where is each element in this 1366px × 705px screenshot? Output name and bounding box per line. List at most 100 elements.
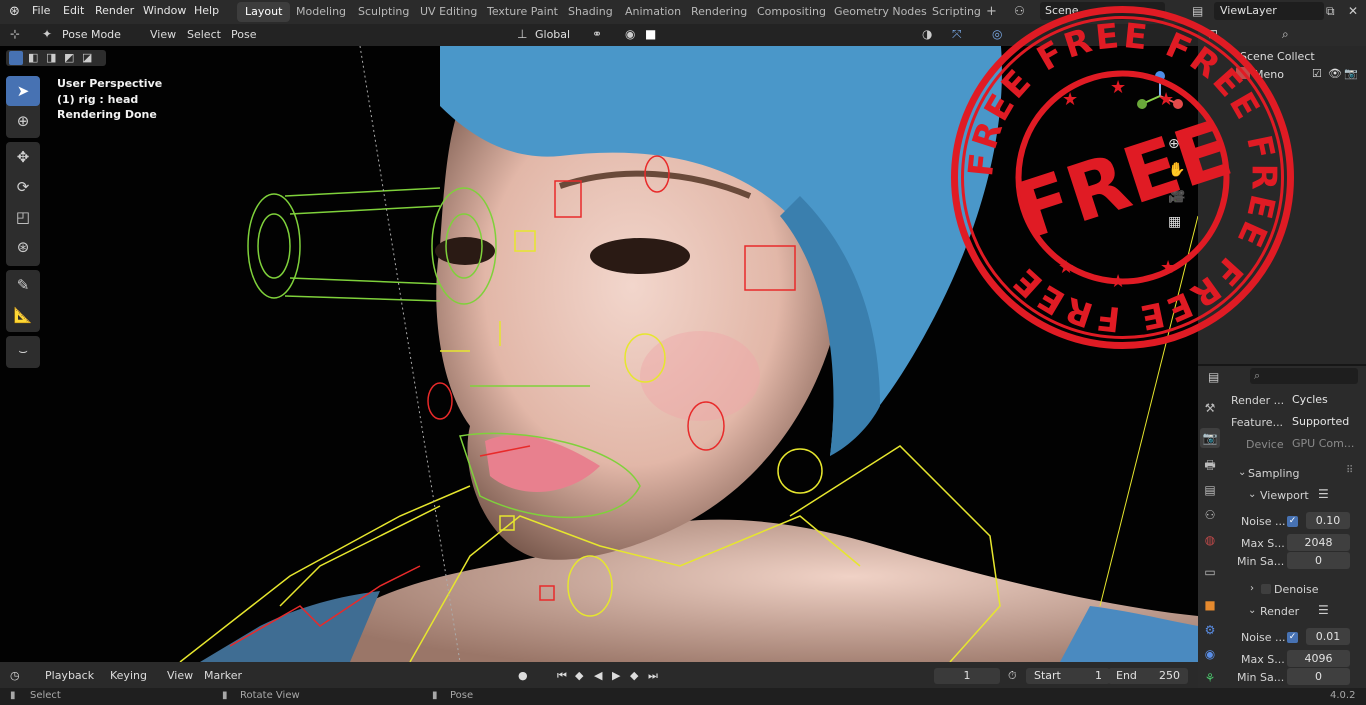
- cursor-icon[interactable]: ⊕: [6, 106, 40, 136]
- scale-icon[interactable]: ◰: [6, 202, 40, 232]
- physics-tab-icon[interactable]: ◉: [1200, 644, 1220, 664]
- output-tab-icon[interactable]: 🖶: [1200, 455, 1220, 475]
- prev-keyframe-icon[interactable]: ◆: [575, 669, 583, 682]
- visibility-icon[interactable]: ◑: [922, 27, 932, 41]
- start-frame-field[interactable]: Start 1: [1026, 668, 1110, 684]
- new-view-layer-icon[interactable]: ⧉: [1326, 4, 1335, 19]
- jump-start-icon[interactable]: ⏮: [557, 669, 567, 683]
- menu-edit[interactable]: Edit: [63, 4, 84, 17]
- menu-timeline-view[interactable]: View: [167, 669, 193, 682]
- select-intersect-icon[interactable]: ◪: [82, 51, 92, 64]
- scene-tab-icon[interactable]: ⚇: [1200, 505, 1220, 525]
- render-engine-dropdown[interactable]: Cycles: [1288, 391, 1358, 408]
- menu-marker[interactable]: Marker: [204, 669, 242, 682]
- properties-type-icon[interactable]: ▤: [1208, 370, 1219, 384]
- move-icon[interactable]: ✥: [6, 142, 40, 172]
- r-min-samples-field[interactable]: 0: [1287, 668, 1350, 685]
- menu-pose[interactable]: Pose: [231, 28, 256, 41]
- menu-select[interactable]: Select: [187, 28, 221, 41]
- play-icon[interactable]: ▶: [612, 669, 620, 682]
- snap-icon[interactable]: ◉: [625, 27, 635, 41]
- tab-geometry-nodes[interactable]: Geometry Nodes: [826, 2, 935, 22]
- select-subtract-icon[interactable]: ◨: [46, 51, 56, 64]
- denoise-checkbox[interactable]: [1261, 584, 1271, 594]
- tab-modeling[interactable]: Modeling: [288, 2, 354, 22]
- tool-tab-icon[interactable]: ⚒: [1200, 398, 1220, 418]
- collection-tab-icon[interactable]: ▭: [1200, 562, 1220, 582]
- feature-set-dropdown[interactable]: Supported: [1288, 413, 1358, 430]
- menu-view[interactable]: View: [150, 28, 176, 41]
- pivot-icon[interactable]: ⚭: [592, 27, 602, 41]
- render-subpanel-header[interactable]: Render: [1260, 605, 1299, 618]
- timeline-editor-icon[interactable]: ◷: [10, 669, 20, 682]
- modifier-tab-icon[interactable]: ⚙: [1200, 620, 1220, 640]
- tab-shading[interactable]: Shading: [560, 2, 621, 22]
- menu-help[interactable]: Help: [194, 4, 219, 17]
- status-rotate: Rotate View: [240, 690, 300, 701]
- editor-type-icon[interactable]: ⊹: [10, 27, 20, 41]
- menu-keying[interactable]: Keying: [110, 669, 147, 682]
- end-frame-field[interactable]: End 250: [1108, 668, 1188, 684]
- tab-rendering[interactable]: Rendering: [683, 2, 755, 22]
- sampling-panel-header[interactable]: Sampling: [1248, 467, 1300, 480]
- r-max-samples-field[interactable]: 4096: [1287, 650, 1350, 667]
- select-new-icon[interactable]: [9, 51, 23, 65]
- render-preset-list-icon[interactable]: ☰: [1318, 603, 1329, 617]
- vp-noise-checkbox[interactable]: ✓: [1287, 516, 1298, 527]
- select-invert-icon[interactable]: ◩: [64, 51, 74, 64]
- denoise-expand-icon[interactable]: ›: [1250, 583, 1254, 594]
- menu-render[interactable]: Render: [95, 4, 134, 17]
- vp-min-samples-field[interactable]: 0: [1287, 552, 1350, 569]
- measure-icon[interactable]: 📐: [6, 300, 40, 330]
- record-icon[interactable]: ●: [518, 669, 528, 682]
- world-tab-icon[interactable]: ◍: [1200, 530, 1220, 550]
- select-box-icon[interactable]: ➤: [6, 76, 40, 106]
- tab-compositing[interactable]: Compositing: [749, 2, 834, 22]
- transform-orientation-selector[interactable]: Global: [535, 28, 570, 41]
- render-tab-icon[interactable]: 📷: [1200, 428, 1220, 448]
- blender-logo-icon[interactable]: ⊛: [9, 4, 20, 19]
- vp-max-samples-field[interactable]: 2048: [1287, 534, 1350, 551]
- checkbox-icon[interactable]: ☑: [1312, 67, 1322, 80]
- current-frame-field[interactable]: 1: [934, 668, 1000, 684]
- drag-handle-icon[interactable]: ⠿: [1346, 465, 1353, 476]
- view-layer-tab-icon[interactable]: ▤: [1200, 480, 1220, 500]
- object-tab-icon[interactable]: ■: [1200, 595, 1220, 615]
- sampling-expand-icon[interactable]: ⌄: [1238, 467, 1246, 478]
- vp-noise-threshold-field[interactable]: 0.10: [1306, 512, 1350, 529]
- r-noise-threshold-field[interactable]: 0.01: [1306, 628, 1350, 645]
- tab-animation[interactable]: Animation: [617, 2, 689, 22]
- bone-curve-icon[interactable]: ⌣: [6, 336, 40, 366]
- play-reverse-icon[interactable]: ◀: [594, 669, 602, 682]
- proportional-edit-icon[interactable]: ■: [645, 27, 656, 41]
- eye-icon[interactable]: 👁: [1328, 67, 1342, 80]
- menu-file[interactable]: File: [32, 4, 50, 17]
- remove-view-layer-icon[interactable]: ✕: [1348, 4, 1358, 18]
- annotate-icon[interactable]: ✎: [6, 270, 40, 300]
- next-keyframe-icon[interactable]: ◆: [630, 669, 638, 682]
- r-noise-checkbox[interactable]: ✓: [1287, 632, 1298, 643]
- viewport-subpanel-header[interactable]: Viewport: [1260, 489, 1309, 502]
- tab-uv-editing[interactable]: UV Editing: [412, 2, 485, 22]
- pose-mode-icon[interactable]: ✦: [42, 27, 52, 41]
- jump-end-icon[interactable]: ⏭: [648, 669, 658, 683]
- data-tab-icon[interactable]: ⚘: [1200, 668, 1220, 688]
- menu-playback[interactable]: Playback: [45, 669, 94, 682]
- render-expand-icon[interactable]: ⌄: [1248, 605, 1256, 616]
- device-dropdown[interactable]: GPU Com...: [1288, 435, 1358, 452]
- shirt-left: [200, 591, 380, 662]
- select-extend-icon[interactable]: ◧: [28, 51, 38, 64]
- tab-sculpting[interactable]: Sculpting: [350, 2, 417, 22]
- preset-list-icon[interactable]: ☰: [1318, 487, 1329, 501]
- tab-layout[interactable]: Layout: [237, 2, 291, 22]
- stopwatch-icon[interactable]: ⏱: [1008, 669, 1017, 683]
- properties-search[interactable]: [1250, 368, 1358, 384]
- mode-selector[interactable]: Pose Mode: [62, 28, 121, 41]
- render-camera-icon[interactable]: 📷: [1344, 67, 1358, 80]
- tab-texture-paint[interactable]: Texture Paint: [479, 2, 566, 22]
- rotate-icon[interactable]: ⟳: [6, 172, 40, 202]
- denoise-subpanel-header[interactable]: Denoise: [1274, 583, 1319, 596]
- menu-window[interactable]: Window: [143, 4, 186, 17]
- transform-icon[interactable]: ⊛: [6, 232, 40, 262]
- viewport-expand-icon[interactable]: ⌄: [1248, 489, 1256, 500]
